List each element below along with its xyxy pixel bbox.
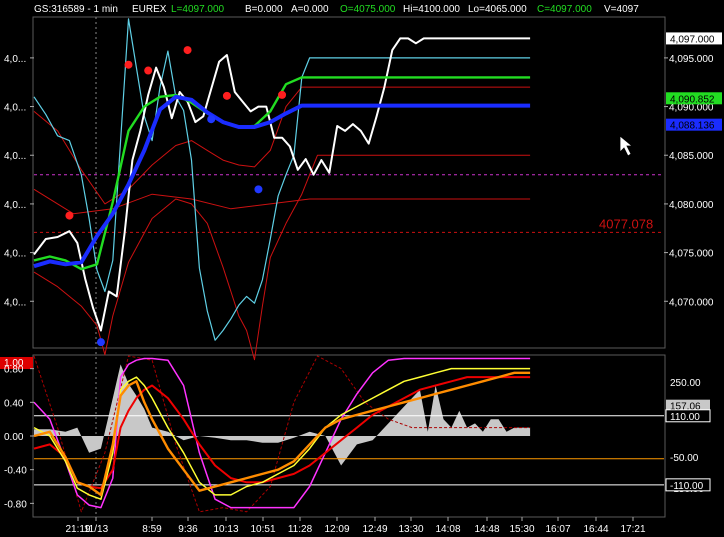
price-right-tick-label: 4,085.000 — [669, 151, 714, 162]
signal-marker-red — [183, 46, 192, 55]
osc-right-tick-label: 250.00 — [670, 378, 701, 389]
time-tick-label: 14:08 — [435, 524, 460, 535]
signal-marker-red — [65, 211, 74, 220]
price-left-tick-label: 4,0... — [4, 200, 26, 211]
time-tick-label: 8:59 — [142, 524, 162, 535]
time-tick-label: 12:09 — [324, 524, 349, 535]
signal-marker-red — [222, 91, 231, 100]
osc-value-box-label: -110.00 — [670, 481, 704, 492]
signal-marker-red — [278, 90, 287, 99]
price-left-tick-label: 4,0... — [4, 297, 26, 308]
time-tick-label: 16:07 — [545, 524, 570, 535]
osc-value-box-label: 110.00 — [670, 412, 700, 423]
time-tick-label: 17:21 — [620, 524, 645, 535]
header-bid: B=0.000 — [245, 4, 283, 15]
time-tick-label: 13:30 — [398, 524, 423, 535]
osc-left-tick-label: 0.00 — [4, 432, 24, 443]
trading-chart: GS:316589 - 1 min EUREX L=4097.000 B=0.0… — [0, 0, 724, 537]
signal-marker-blue — [207, 115, 216, 124]
osc-right-tick-label: -50.00 — [670, 453, 699, 464]
price-level-label: 4077.078 — [599, 216, 653, 231]
price-left-tick-label: 4,0... — [4, 103, 26, 114]
header-last: L=4097.000 — [171, 4, 225, 15]
header-volume: V=4097 — [604, 4, 639, 15]
signal-marker-blue — [254, 185, 263, 194]
osc-left-tick-label: 0.40 — [4, 398, 24, 409]
time-tick-label: 9:36 — [178, 524, 198, 535]
header-open: O=4075.000 — [340, 4, 396, 15]
signal-marker-red — [144, 66, 153, 75]
price-right-tick-label: 4,095.000 — [669, 54, 714, 65]
signal-marker-red — [124, 60, 133, 69]
chart-background — [0, 0, 724, 537]
osc-left-tick-label: -0.80 — [4, 499, 27, 510]
price-left-tick-label: 4,0... — [4, 249, 26, 260]
price-left-tick-label: 4,0... — [4, 151, 26, 162]
price-left-tick-label: 4,0... — [4, 54, 26, 65]
time-tick-label: 10:51 — [250, 524, 275, 535]
time-tick-label: 10:13 — [213, 524, 238, 535]
price-right-tick-label: 4,075.000 — [669, 249, 714, 260]
price-value-box-label: 4,088.136 — [670, 121, 715, 132]
signal-marker-blue — [96, 338, 105, 347]
osc-left-tick-label: 0.80 — [4, 365, 24, 376]
header-close: C=4097.000 — [537, 4, 592, 15]
time-tick-label: 16:44 — [583, 524, 608, 535]
time-tick-label: 14:48 — [474, 524, 499, 535]
price-value-box-label: 4,090.852 — [670, 94, 715, 105]
price-right-tick-label: 4,070.000 — [669, 297, 714, 308]
price-right-tick-label: 4,080.000 — [669, 200, 714, 211]
header-exchange: EUREX — [132, 4, 167, 15]
header-ask: A=0.000 — [291, 4, 329, 15]
osc-left-tick-label: -0.40 — [4, 466, 27, 477]
header-high: Hi=4100.000 — [403, 4, 460, 15]
header-symbol: GS:316589 - 1 min — [34, 4, 118, 15]
time-tick-label: 11:28 — [288, 524, 313, 535]
price-value-box-label: 4,097.000 — [670, 34, 715, 45]
time-tick-label: 15:30 — [509, 524, 534, 535]
header-low: Lo=4065.000 — [468, 4, 527, 15]
time-tick-label: 11/13 — [84, 524, 109, 535]
time-tick-label: 12:49 — [362, 524, 387, 535]
